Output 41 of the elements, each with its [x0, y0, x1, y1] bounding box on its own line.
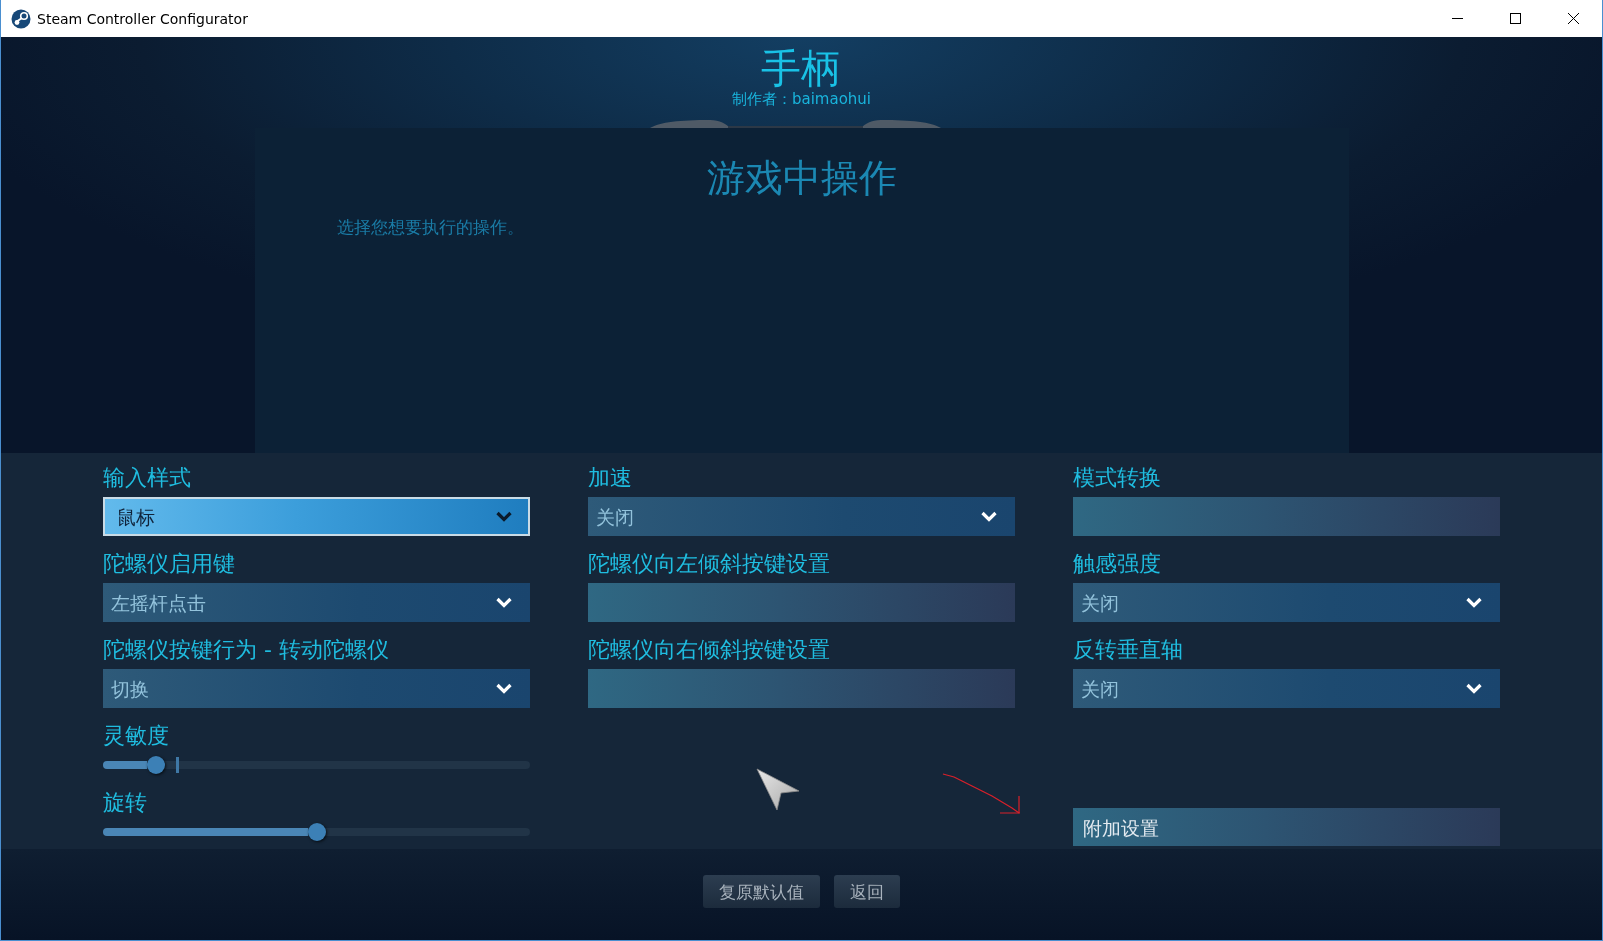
- window-title: Steam Controller Configurator: [37, 10, 248, 27]
- key-binding-field[interactable]: [588, 583, 1015, 622]
- chevron-down-icon: [981, 511, 997, 522]
- close-icon: [1567, 13, 1579, 24]
- key-binding-field[interactable]: [588, 669, 1015, 708]
- dropdown[interactable]: 关闭: [1073, 583, 1500, 622]
- app-logo-icon: [11, 8, 31, 29]
- slider-thumb[interactable]: [147, 756, 166, 774]
- slider-thumb[interactable]: [307, 823, 326, 841]
- dropdown[interactable]: 鼠标: [103, 497, 530, 536]
- chevron-down-icon: [496, 597, 512, 608]
- field-label: 模式转换: [1073, 464, 1161, 492]
- field-label: 旋转: [103, 789, 147, 817]
- chevron-down-icon: [496, 683, 512, 694]
- field-label: 陀螺仪向左倾斜按键设置: [588, 550, 830, 578]
- maximize-icon: [1509, 13, 1521, 24]
- footer-button[interactable]: 复原默认值: [703, 875, 820, 908]
- field-label: 加速: [588, 464, 632, 492]
- field-label: 输入样式: [103, 464, 191, 492]
- chevron-down-icon: [1466, 597, 1482, 608]
- field-label: 陀螺仪启用键: [103, 550, 235, 578]
- field-label: 灵敏度: [103, 722, 169, 750]
- dropdown[interactable]: 关闭: [1073, 669, 1500, 708]
- field-label: 陀螺仪按键行为 - 转动陀螺仪: [103, 636, 389, 664]
- dropdown[interactable]: 切换: [103, 669, 530, 708]
- profile-title: 手柄: [761, 46, 842, 90]
- dropdown[interactable]: 左摇杆点击: [103, 583, 530, 622]
- extra-settings-button[interactable]: 附加设置: [1073, 808, 1500, 846]
- field-label: 反转垂直轴: [1073, 636, 1183, 664]
- footer-button[interactable]: 返回: [834, 875, 900, 908]
- chevron-down-icon: [1466, 683, 1482, 694]
- panel-title: 游戏中操作: [706, 156, 897, 200]
- diagonal-arrow-icon: [942, 772, 1022, 815]
- field-label: 触感强度: [1073, 550, 1161, 578]
- author-text: 制作者：baimaohui: [731, 90, 871, 108]
- mouse-cursor-icon: [756, 768, 800, 811]
- panel-description: 选择您想要执行的操作。: [336, 216, 524, 238]
- dropdown[interactable]: 关闭: [588, 497, 1015, 536]
- field-label: 陀螺仪向右倾斜按键设置: [588, 636, 830, 664]
- chevron-down-icon: [496, 511, 512, 522]
- key-binding-field[interactable]: [1073, 497, 1500, 536]
